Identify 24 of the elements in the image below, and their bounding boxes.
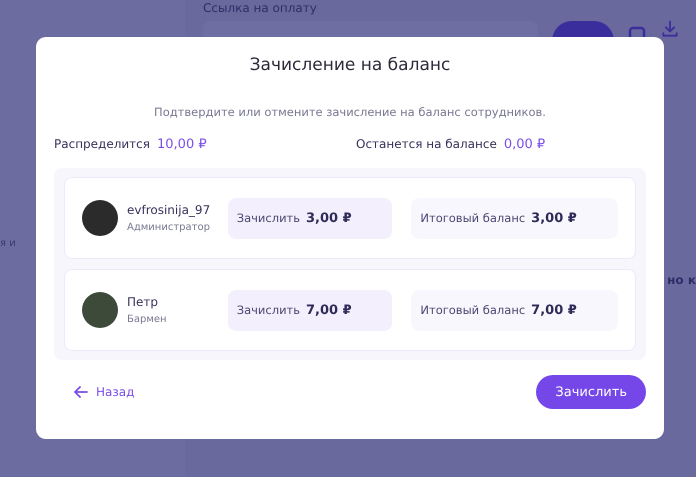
field-label: Ссылка на оплату: [203, 1, 318, 15]
employee-role: Бармен: [127, 314, 167, 325]
dialog-title: Зачисление на баланс: [248, 55, 452, 75]
arrow-left-icon: [74, 386, 88, 398]
summary-label: Останется на балансе: [356, 137, 497, 151]
summary-label: Распределится: [54, 137, 150, 151]
summary-value: 10,00 ₽: [157, 137, 207, 152]
total-label: Итоговый баланс: [420, 303, 526, 317]
employee-name: evfrosinija_97: [127, 203, 210, 217]
credit-label: Зачислить: [236, 303, 300, 317]
back-link[interactable]: Назад: [54, 385, 134, 399]
page-text: но к: [667, 273, 696, 287]
total-value: 3,00 ₽: [531, 210, 577, 226]
dialog-subtitle: Подтвердите или отмените зачисление на баланс сотрудников.: [153, 105, 547, 119]
submit-button[interactable]: Зачислить: [536, 375, 646, 409]
back-label: Назад: [96, 385, 134, 399]
employee-role: Администратор: [127, 222, 210, 233]
total-value: 7,00 ₽: [531, 302, 577, 318]
credit-value: 3,00 ₽: [306, 210, 352, 226]
total-label: Итоговый баланс: [420, 211, 526, 225]
summary-value: 0,00 ₽: [504, 137, 546, 152]
credit-value: 7,00 ₽: [306, 302, 352, 318]
employee-name: Петр: [127, 295, 160, 309]
credit-label: Зачислить: [236, 211, 300, 225]
